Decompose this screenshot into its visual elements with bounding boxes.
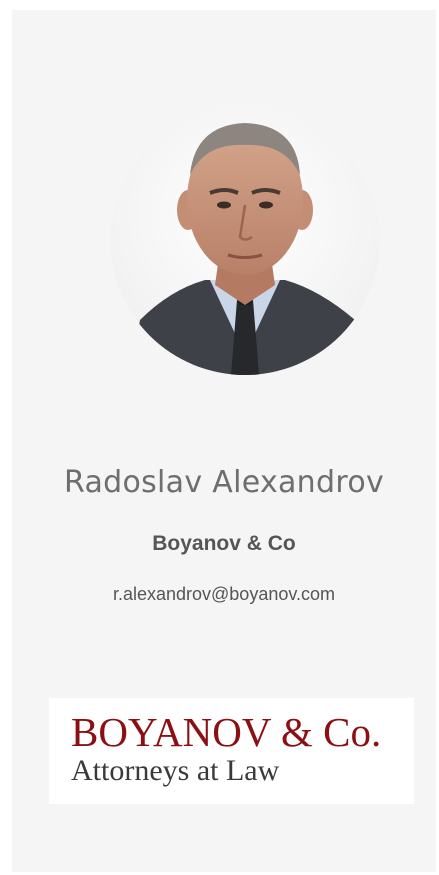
profile-company: Boyanov & Co <box>152 532 296 555</box>
logo-line-2: Attorneys at Law <box>71 754 280 787</box>
profile-email[interactable]: r.alexandrov@boyanov.com <box>12 584 436 605</box>
logo-line-1: BOYANOV & Co. <box>71 709 382 755</box>
company-logo: BOYANOV & Co. Attorneys at Law <box>49 698 414 804</box>
portrait-illustration <box>110 105 380 375</box>
profile-photo <box>110 105 380 375</box>
profile-card: Radoslav Alexandrov Boyanov & Co r.alexa… <box>12 10 436 872</box>
profile-name: Radoslav Alexandrov <box>63 465 385 500</box>
